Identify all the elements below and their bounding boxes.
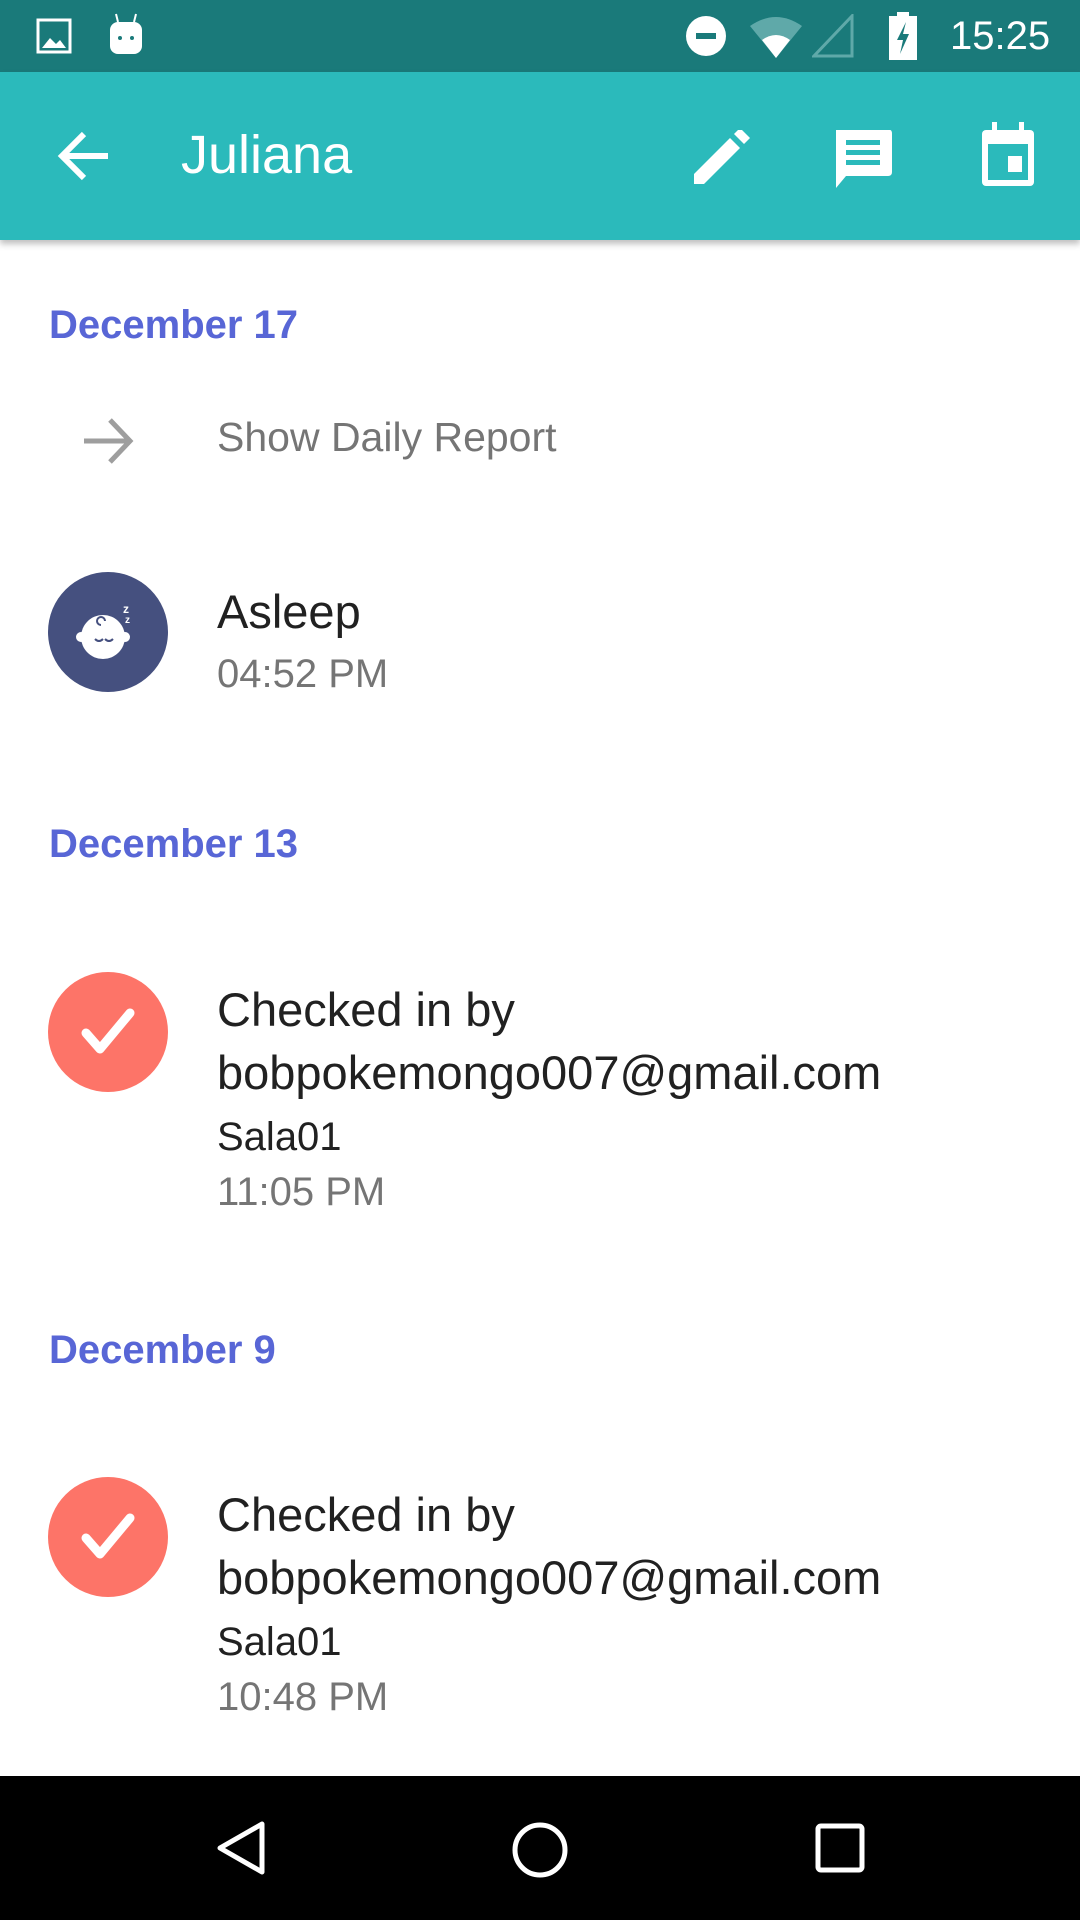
list-item[interactable]: Checked in by bobpokemongo007@gmail.com … [0, 1465, 1080, 1725]
show-daily-report-label: Show Daily Report [217, 414, 557, 460]
app-bar: Juliana [0, 72, 1080, 240]
check-icon [48, 1477, 168, 1597]
home-nav-icon[interactable] [510, 1820, 570, 1880]
battery-charging-icon [889, 12, 917, 60]
entry-time: 10:48 PM [217, 1675, 389, 1719]
back-arrow-icon[interactable] [56, 130, 112, 182]
calendar-icon[interactable] [980, 122, 1036, 186]
entry-title-line2: bobpokemongo007@gmail.com [217, 1551, 882, 1604]
page-title: Juliana [181, 125, 353, 185]
recents-nav-icon[interactable] [814, 1822, 866, 1874]
entry-room: Sala01 [217, 1620, 342, 1664]
back-nav-icon[interactable] [214, 1820, 266, 1876]
section-header-date: December 13 [49, 822, 299, 866]
entry-time: 11:05 PM [217, 1170, 386, 1214]
list-item[interactable]: zz Asleep 04:52 PM [0, 560, 1080, 710]
entry-room: Sala01 [217, 1115, 342, 1159]
arrow-right-icon [84, 418, 134, 464]
svg-text:z: z [123, 602, 129, 616]
svg-text:z: z [125, 615, 130, 626]
entry-title-line1: Checked in by [217, 983, 515, 1036]
section-header-date: December 9 [49, 1328, 276, 1372]
entry-time: 04:52 PM [217, 652, 389, 696]
navigation-bar [0, 1776, 1080, 1920]
asleep-icon: zz [48, 572, 168, 692]
clock: 15:25 [950, 14, 1051, 58]
entry-title-line1: Checked in by [217, 1488, 515, 1541]
show-daily-report-link[interactable]: Show Daily Report [0, 400, 1080, 480]
section-header-date: December 17 [49, 303, 299, 347]
list-item[interactable]: Checked in by bobpokemongo007@gmail.com … [0, 960, 1080, 1220]
android-icon [110, 13, 142, 54]
image-icon [36, 18, 72, 54]
edit-icon[interactable] [690, 130, 750, 186]
entry-title-line2: bobpokemongo007@gmail.com [217, 1046, 882, 1099]
entry-title: Asleep [217, 585, 361, 638]
check-icon [48, 972, 168, 1092]
signal-icon [812, 14, 854, 58]
status-bar: 15:25 [0, 0, 1080, 72]
message-icon[interactable] [832, 128, 894, 190]
do-not-disturb-icon [686, 16, 726, 56]
wifi-icon [750, 17, 802, 58]
